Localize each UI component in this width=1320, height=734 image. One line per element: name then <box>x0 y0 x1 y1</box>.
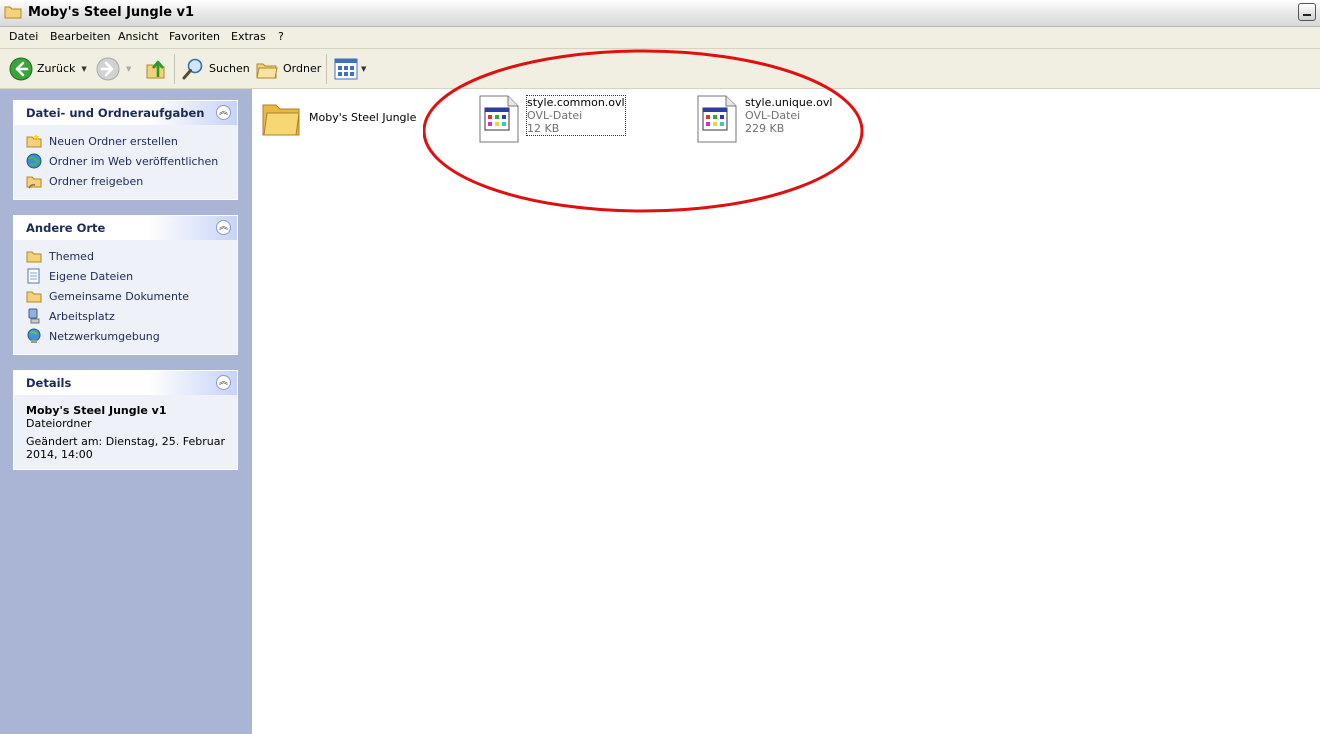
search-label: Suchen <box>209 62 250 75</box>
details-modified: Geändert am: Dienstag, 25. Februar <box>26 435 225 448</box>
panel-title: Datei- und Ordneraufgaben <box>26 106 205 120</box>
menu-favoriten[interactable]: Favoriten <box>169 30 220 43</box>
folder-icon <box>26 251 42 263</box>
forward-arrow-icon <box>96 57 120 80</box>
details-modified-date: 2014, 14:00 <box>26 448 93 461</box>
menu-bearbeiten[interactable]: Bearbeiten <box>50 30 110 43</box>
place-my-computer[interactable]: Arbeitsplatz <box>26 308 115 324</box>
forward-button[interactable]: ▼ <box>96 49 131 88</box>
views-button[interactable]: ▼ <box>334 49 366 88</box>
other-places-panel: Andere Orte ︽ Themed Eigene Dateien Geme… <box>13 215 238 355</box>
collapse-chevron-icon[interactable]: ︽ <box>216 105 231 120</box>
views-dropdown-icon[interactable]: ▼ <box>361 65 366 73</box>
window-title: Moby's Steel Jungle v1 <box>28 5 195 20</box>
task-label: Neuen Ordner erstellen <box>49 134 178 148</box>
globe-icon <box>26 153 42 169</box>
forward-dropdown-icon[interactable]: ▼ <box>126 65 131 73</box>
menu-help[interactable]: ? <box>278 30 284 43</box>
folders-icon <box>256 63 278 78</box>
folder-icon <box>262 104 300 136</box>
place-shared-documents[interactable]: Gemeinsame Dokumente <box>26 288 189 304</box>
place-themed[interactable]: Themed <box>26 248 94 264</box>
task-publish-web[interactable]: Ordner im Web veröffentlichen <box>26 153 218 169</box>
task-new-folder[interactable]: Neuen Ordner erstellen <box>26 133 178 149</box>
back-button[interactable]: Zurück ▼ <box>9 49 87 88</box>
place-label: Gemeinsame Dokumente <box>49 289 189 303</box>
file-folder-tasks-panel: Datei- und Ordneraufgaben ︽ Neuen Ordner… <box>13 100 238 200</box>
task-label: Ordner freigeben <box>49 174 144 188</box>
menu-extras[interactable]: Extras <box>231 30 266 43</box>
up-folder-button[interactable] <box>144 49 168 88</box>
documents-icon <box>27 268 40 284</box>
place-label: Arbeitsplatz <box>49 309 115 323</box>
folder-icon <box>4 6 22 19</box>
title-bar: Moby's Steel Jungle v1 <box>0 0 1320 27</box>
search-icon <box>182 58 203 79</box>
place-my-documents[interactable]: Eigene Dateien <box>26 268 133 284</box>
task-share-folder[interactable]: Ordner freigeben <box>26 173 143 189</box>
place-label: Netzwerkumgebung <box>49 329 160 343</box>
up-folder-icon <box>146 60 165 78</box>
panel-header[interactable]: Details ︽ <box>14 371 237 395</box>
search-button[interactable]: Suchen <box>181 49 250 88</box>
details-type: Dateiordner <box>26 417 92 430</box>
back-label: Zurück <box>37 62 76 75</box>
folder-item[interactable]: Moby's Steel Jungle <box>260 97 430 141</box>
folder-icon <box>26 291 42 303</box>
computer-icon <box>28 308 40 324</box>
collapse-chevron-icon[interactable]: ︽ <box>216 375 231 390</box>
folders-button[interactable]: Ordner <box>255 49 321 88</box>
place-network[interactable]: Netzwerkumgebung <box>26 328 160 344</box>
panel-header[interactable]: Andere Orte ︽ <box>14 216 237 240</box>
details-name: Moby's Steel Jungle v1 <box>26 404 167 417</box>
new-folder-icon <box>26 134 42 148</box>
file-name: Moby's Steel Jungle <box>309 111 417 124</box>
place-label: Eigene Dateien <box>49 269 134 283</box>
menu-bar: Datei Bearbeiten Ansicht Favoriten Extra… <box>0 27 1320 49</box>
task-pane: Datei- und Ordneraufgaben ︽ Neuen Ordner… <box>0 89 252 734</box>
menu-datei[interactable]: Datei <box>9 30 38 43</box>
folders-label: Ordner <box>283 62 322 75</box>
minimize-button[interactable] <box>1298 3 1316 21</box>
collapse-chevron-icon[interactable]: ︽ <box>216 220 231 235</box>
back-arrow-icon <box>9 57 33 80</box>
place-label: Themed <box>49 249 94 263</box>
back-dropdown-icon[interactable]: ▼ <box>81 65 86 73</box>
panel-header[interactable]: Datei- und Ordneraufgaben ︽ <box>14 101 237 125</box>
annotation-ellipse <box>423 49 864 213</box>
views-icon <box>334 58 358 79</box>
panel-title: Andere Orte <box>26 221 106 235</box>
menu-ansicht[interactable]: Ansicht <box>118 30 159 43</box>
details-panel: Details ︽ Moby's Steel Jungle v1 Dateior… <box>13 370 238 470</box>
share-folder-icon <box>26 176 42 189</box>
panel-title: Details <box>26 376 72 390</box>
network-icon <box>27 328 41 343</box>
task-label: Ordner im Web veröffentlichen <box>49 154 219 168</box>
